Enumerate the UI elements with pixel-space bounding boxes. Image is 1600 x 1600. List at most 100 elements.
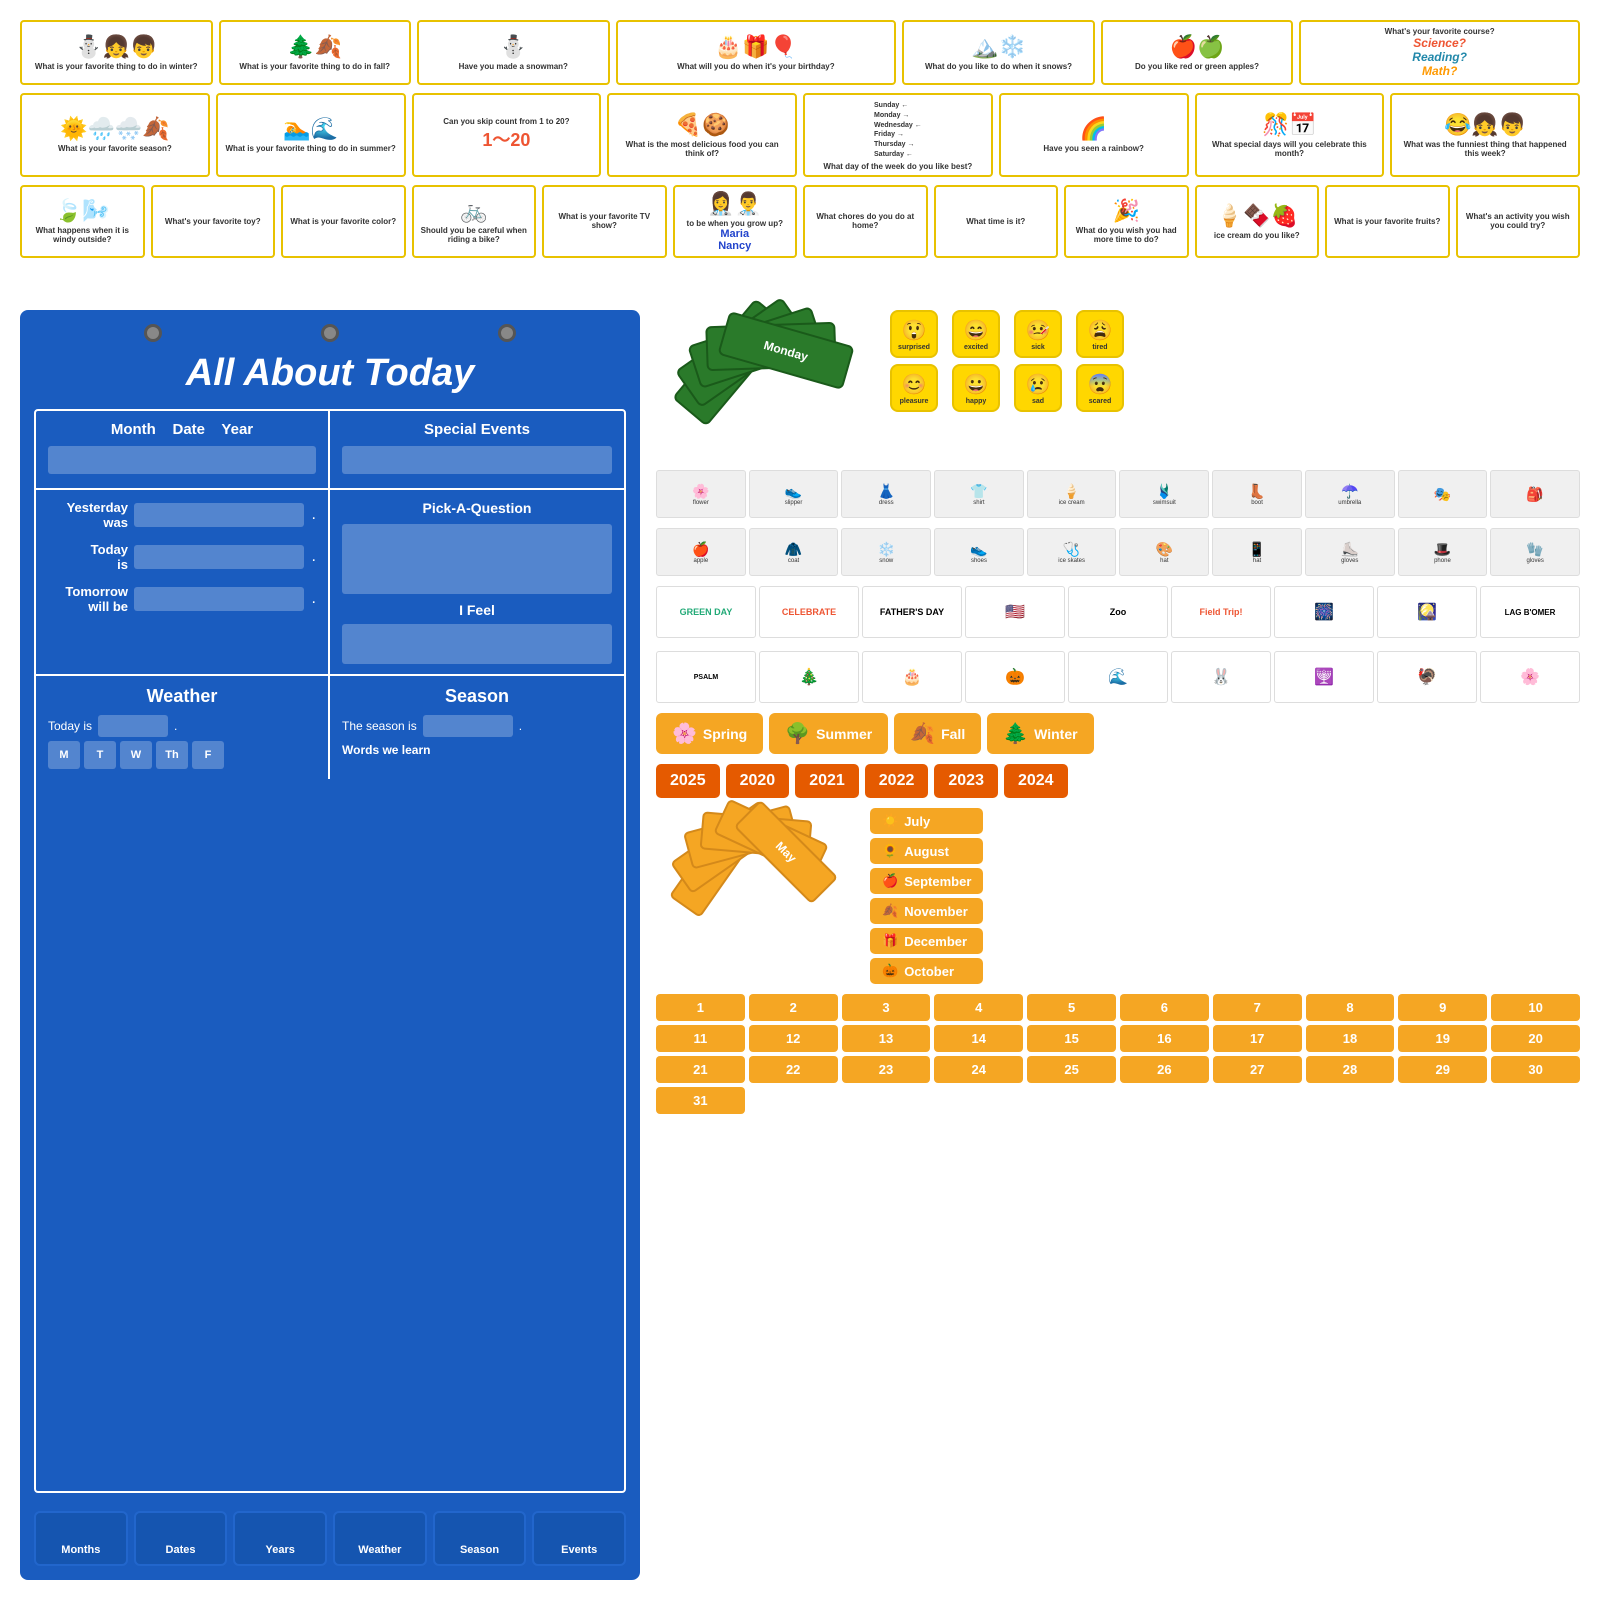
month-november[interactable]: 🍂 November	[870, 898, 983, 924]
card-windy[interactable]: 🍃🌬️ What happens when it is windy outsid…	[20, 185, 145, 258]
emoji-happy[interactable]: 😀 happy	[952, 364, 1000, 412]
season-spring[interactable]: 🌸 Spring	[656, 713, 763, 754]
card-tv[interactable]: What is your favorite TV show?	[542, 185, 667, 258]
card-fall[interactable]: 🌲🍂 What is your favorite thing to do in …	[219, 20, 412, 85]
year-2025[interactable]: 2025	[656, 764, 720, 798]
year-2021[interactable]: 2021	[795, 764, 859, 798]
month-september[interactable]: 🍎 September	[870, 868, 983, 894]
num-4[interactable]: 4	[934, 994, 1023, 1021]
day-w[interactable]: W	[120, 741, 152, 769]
vocab-gloves[interactable]: 🧤gloves	[1490, 528, 1580, 576]
num-6[interactable]: 6	[1120, 994, 1209, 1021]
month-december[interactable]: 🎁 December	[870, 928, 983, 954]
num-17[interactable]: 17	[1213, 1025, 1302, 1052]
card-special-days[interactable]: 🎊📅 What special days will you celebrate …	[1195, 93, 1385, 177]
num-3[interactable]: 3	[842, 994, 931, 1021]
card-activity[interactable]: What's an activity you wish you could tr…	[1456, 185, 1581, 258]
card-skip-count[interactable]: Can you skip count from 1 to 20? 1～20	[412, 93, 602, 177]
vocab-coat[interactable]: 🧥coat	[749, 528, 839, 576]
emoji-tired[interactable]: 😩 tired	[1076, 310, 1124, 358]
card-time[interactable]: What time is it?	[934, 185, 1059, 258]
card-toy[interactable]: What's your favorite toy?	[151, 185, 276, 258]
yesterday-input[interactable]	[134, 503, 304, 527]
month-august[interactable]: 🌻 August	[870, 838, 983, 864]
num-7[interactable]: 7	[1213, 994, 1302, 1021]
num-1[interactable]: 1	[656, 994, 745, 1021]
month-october[interactable]: 🎃 October	[870, 958, 983, 984]
tomorrow-input[interactable]	[134, 587, 304, 611]
pocket-dates[interactable]: Dates	[134, 1511, 228, 1566]
num-20[interactable]: 20	[1491, 1025, 1580, 1052]
holiday-extra1[interactable]: 🎆	[1274, 586, 1374, 638]
season-input[interactable]	[423, 715, 513, 737]
day-f[interactable]: F	[192, 741, 224, 769]
year-2024[interactable]: 2024	[1004, 764, 1068, 798]
num-21[interactable]: 21	[656, 1056, 745, 1083]
holiday-extra4[interactable]: 🎃	[965, 651, 1065, 703]
card-summer[interactable]: 🏊🌊 What is your favorite thing to do in …	[216, 93, 406, 177]
num-16[interactable]: 16	[1120, 1025, 1209, 1052]
card-more-time[interactable]: 🎉 What do you wish you had more time to …	[1064, 185, 1189, 258]
card-apples[interactable]: 🍎🍏 Do you like red or green apples?	[1101, 20, 1294, 85]
vocab-slipper[interactable]: 👟slipper	[749, 470, 839, 518]
num-12[interactable]: 12	[749, 1025, 838, 1052]
holiday-extra9[interactable]: 🌸	[1480, 651, 1580, 703]
pocket-years[interactable]: Years	[233, 1511, 327, 1566]
month-july[interactable]: ☀️ July	[870, 808, 983, 834]
year-2020[interactable]: 2020	[726, 764, 790, 798]
emoji-excited[interactable]: 😄 excited	[952, 310, 1000, 358]
holiday-extra8[interactable]: 🦃	[1377, 651, 1477, 703]
season-winter[interactable]: 🌲 Winter	[987, 713, 1093, 754]
num-28[interactable]: 28	[1306, 1056, 1395, 1083]
num-11[interactable]: 11	[656, 1025, 745, 1052]
holiday-extra3[interactable]: LAG B'OMER	[1480, 586, 1580, 638]
vocab-umbrella[interactable]: ☂️umbrella	[1305, 470, 1395, 518]
card-icecream[interactable]: 🍦🍫🍓 ice cream do you like?	[1195, 185, 1320, 258]
year-2023[interactable]: 2023	[934, 764, 998, 798]
vocab-extra2[interactable]: 🎒	[1490, 470, 1580, 518]
num-24[interactable]: 24	[934, 1056, 1023, 1083]
holiday-xmas[interactable]: 🎄	[759, 651, 859, 703]
feel-area[interactable]	[342, 624, 612, 664]
vocab-tophat[interactable]: 🎩phone	[1398, 528, 1488, 576]
emoji-sick[interactable]: 🤒 sick	[1014, 310, 1062, 358]
card-weekday[interactable]: Sunday ←Monday →Wednesday ←Friday →Thurs…	[803, 93, 993, 177]
day-m[interactable]: M	[48, 741, 80, 769]
weather-input[interactable]	[98, 715, 168, 737]
holiday-field-trip[interactable]: Field Trip!	[1171, 586, 1271, 638]
special-events-input[interactable]	[342, 446, 612, 474]
num-14[interactable]: 14	[934, 1025, 1023, 1052]
num-5[interactable]: 5	[1027, 994, 1116, 1021]
day-t[interactable]: T	[84, 741, 116, 769]
card-bike[interactable]: 🚲 Should you be careful when riding a bi…	[412, 185, 537, 258]
holiday-psalm[interactable]: PSALM	[656, 651, 756, 703]
card-rainbow[interactable]: 🌈 Have you seen a rainbow?	[999, 93, 1189, 177]
vocab-shirt[interactable]: 👕shirt	[934, 470, 1024, 518]
holiday-extra5[interactable]: 🌊	[1068, 651, 1168, 703]
card-fruits[interactable]: What is your favorite fruits?	[1325, 185, 1450, 258]
num-15[interactable]: 15	[1027, 1025, 1116, 1052]
holiday-extra2[interactable]: 🎑	[1377, 586, 1477, 638]
vocab-dress[interactable]: 👗dress	[841, 470, 931, 518]
vocab-hat[interactable]: 🎨hat	[1119, 528, 1209, 576]
num-30[interactable]: 30	[1491, 1056, 1580, 1083]
num-22[interactable]: 22	[749, 1056, 838, 1083]
holiday-fathers[interactable]: FATHER'S DAY	[862, 586, 962, 638]
num-13[interactable]: 13	[842, 1025, 931, 1052]
num-8[interactable]: 8	[1306, 994, 1395, 1021]
num-18[interactable]: 18	[1306, 1025, 1395, 1052]
vocab-snow[interactable]: ❄️snow	[841, 528, 931, 576]
card-snowman[interactable]: ⛄ Have you made a snowman?	[417, 20, 610, 85]
card-funniest[interactable]: 😂👧👦 What was the funniest thing that hap…	[1390, 93, 1580, 177]
card-food[interactable]: 🍕🍪 What is the most delicious food you c…	[607, 93, 797, 177]
emoji-sad[interactable]: 😢 sad	[1014, 364, 1062, 412]
vocab-flower[interactable]: 🌸flower	[656, 470, 746, 518]
card-course[interactable]: What's your favorite course? Science? Re…	[1299, 20, 1580, 85]
year-2022[interactable]: 2022	[865, 764, 929, 798]
pocket-events[interactable]: Events	[532, 1511, 626, 1566]
pocket-season[interactable]: Season	[433, 1511, 527, 1566]
num-2[interactable]: 2	[749, 994, 838, 1021]
card-chores[interactable]: What chores do you do at home?	[803, 185, 928, 258]
num-9[interactable]: 9	[1398, 994, 1487, 1021]
vocab-med[interactable]: 🩺ice skates	[1027, 528, 1117, 576]
